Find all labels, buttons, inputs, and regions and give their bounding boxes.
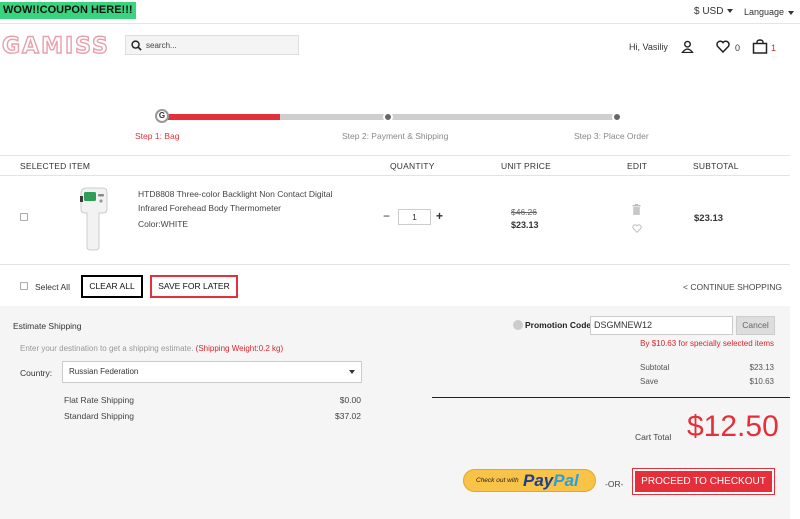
summary-save-row: Save $10.63 (640, 377, 774, 386)
original-price: $46.26 (511, 207, 537, 217)
shipping-option: Flat Rate Shipping $0.00 (64, 395, 361, 405)
chevron-down-icon (727, 9, 734, 14)
shipping-option: Standard Shipping $37.02 (64, 411, 361, 421)
trash-icon[interactable] (632, 204, 641, 215)
bag-count: 1 (771, 43, 777, 53)
header-subtotal: SUBTOTAL (693, 161, 739, 171)
language-label: Language (744, 7, 785, 17)
paypal-prefix: Check out with (476, 477, 519, 484)
shipping-hint-text: Enter your destination to get a shipping… (20, 344, 194, 353)
product-thumbnail[interactable] (78, 185, 108, 251)
promo-info-icon[interactable] (513, 320, 523, 330)
item-checkbox[interactable] (20, 213, 28, 221)
currency-selector[interactable]: $ USD (694, 6, 734, 17)
select-all-label[interactable]: Select All (35, 282, 70, 292)
country-value: Russian Federation (69, 367, 139, 376)
promotion-cancel-button[interactable]: Cancel (736, 316, 775, 335)
save-to-wishlist-icon[interactable] (632, 224, 642, 233)
paypal-logo: PayPal (523, 471, 579, 491)
wishlist-icon[interactable] (716, 40, 730, 53)
unit-price: $23.13 (511, 220, 539, 230)
or-separator: -OR- (605, 479, 624, 489)
user-icon[interactable] (681, 40, 694, 53)
clear-all-button[interactable]: CLEAR ALL (81, 275, 143, 298)
summary-save-label: Save (640, 377, 659, 386)
bag-icon[interactable] (752, 39, 768, 54)
header-selected-item: SELECTED ITEM (20, 161, 91, 171)
step-1-marker: G (155, 109, 169, 123)
chevron-down-icon (349, 370, 355, 374)
shipping-option-price: $37.02 (335, 411, 361, 421)
cart-table-header: SELECTED ITEM QUANTITY UNIT PRICE EDIT S… (0, 155, 790, 176)
promotion-code-label: Promotion Code: (525, 320, 594, 330)
checkout-progress-fill (161, 114, 280, 120)
paypal-checkout-button[interactable]: Check out with PayPal (463, 469, 596, 492)
quantity-increase-button[interactable]: + (436, 209, 443, 223)
header-quantity: QUANTITY (390, 161, 435, 171)
step-2-label: Step 2: Payment & Shipping (342, 131, 449, 141)
search-icon[interactable] (131, 40, 142, 51)
paypal-logo-pay: Pay (523, 471, 554, 490)
step-3-marker (612, 112, 622, 122)
country-select[interactable]: Russian Federation (62, 361, 362, 383)
cart-total-label: Cart Total (635, 432, 672, 442)
step-3-label: Step 3: Place Order (574, 131, 649, 141)
promotion-code-input[interactable]: DSGMNEW12 (590, 316, 733, 335)
shipping-option-name: Standard Shipping (64, 411, 134, 421)
language-selector[interactable]: Language (744, 7, 795, 17)
summary-save-value: $10.63 (749, 377, 774, 386)
chevron-down-icon (788, 10, 795, 15)
row-divider (0, 264, 790, 265)
summary-subtotal-row: Subtotal $23.13 (640, 363, 774, 372)
select-all-checkbox[interactable] (20, 282, 28, 290)
summary-subtotal-value: $23.13 (749, 363, 774, 372)
header-edit: EDIT (627, 161, 648, 171)
step-2-marker (383, 112, 393, 122)
shipping-option-price: $0.00 (339, 395, 361, 405)
proceed-to-checkout-button[interactable]: PROCEED TO CHECKOUT (632, 468, 775, 495)
save-for-later-button[interactable]: SAVE FOR LATER (150, 275, 238, 298)
promotion-note: By $10.63 for specially selected items (640, 339, 774, 348)
shipping-weight: (Shipping Weight:0.2 kg) (195, 344, 284, 353)
top-bar: WOW!!COUPON HERE!!! $ USD Language (0, 0, 800, 24)
product-name[interactable]: HTD8808 Three-color Backlight Non Contac… (138, 187, 348, 215)
country-label: Country: (20, 368, 53, 378)
cart-total-value: $12.50 (687, 410, 779, 443)
step-1-label: Step 1: Bag (135, 131, 180, 141)
summary-subtotal-label: Subtotal (640, 363, 670, 372)
summary-divider (432, 397, 790, 398)
coupon-banner[interactable]: WOW!!COUPON HERE!!! (0, 2, 136, 19)
search-input[interactable] (146, 38, 294, 52)
currency-label: $ USD (694, 6, 724, 17)
paypal-logo-pal: Pal (553, 471, 579, 490)
shipping-option-name: Flat Rate Shipping (64, 395, 134, 405)
user-greeting[interactable]: Hi, Vasiliy (629, 42, 668, 52)
quantity-decrease-button[interactable]: − (383, 209, 390, 223)
header-unit-price: UNIT PRICE (501, 161, 552, 171)
item-subtotal: $23.13 (694, 213, 724, 224)
estimate-shipping-title: Estimate Shipping (13, 321, 82, 331)
search-box (125, 35, 299, 55)
wishlist-count: 0 (735, 43, 741, 53)
site-logo[interactable]: GAMISS (1, 33, 110, 59)
quantity-input[interactable]: 1 (398, 209, 431, 225)
product-color: Color:WHITE (138, 219, 189, 229)
estimate-shipping-hint: Enter your destination to get a shipping… (20, 344, 283, 353)
continue-shopping-link[interactable]: < CONTINUE SHOPPING (683, 282, 782, 292)
